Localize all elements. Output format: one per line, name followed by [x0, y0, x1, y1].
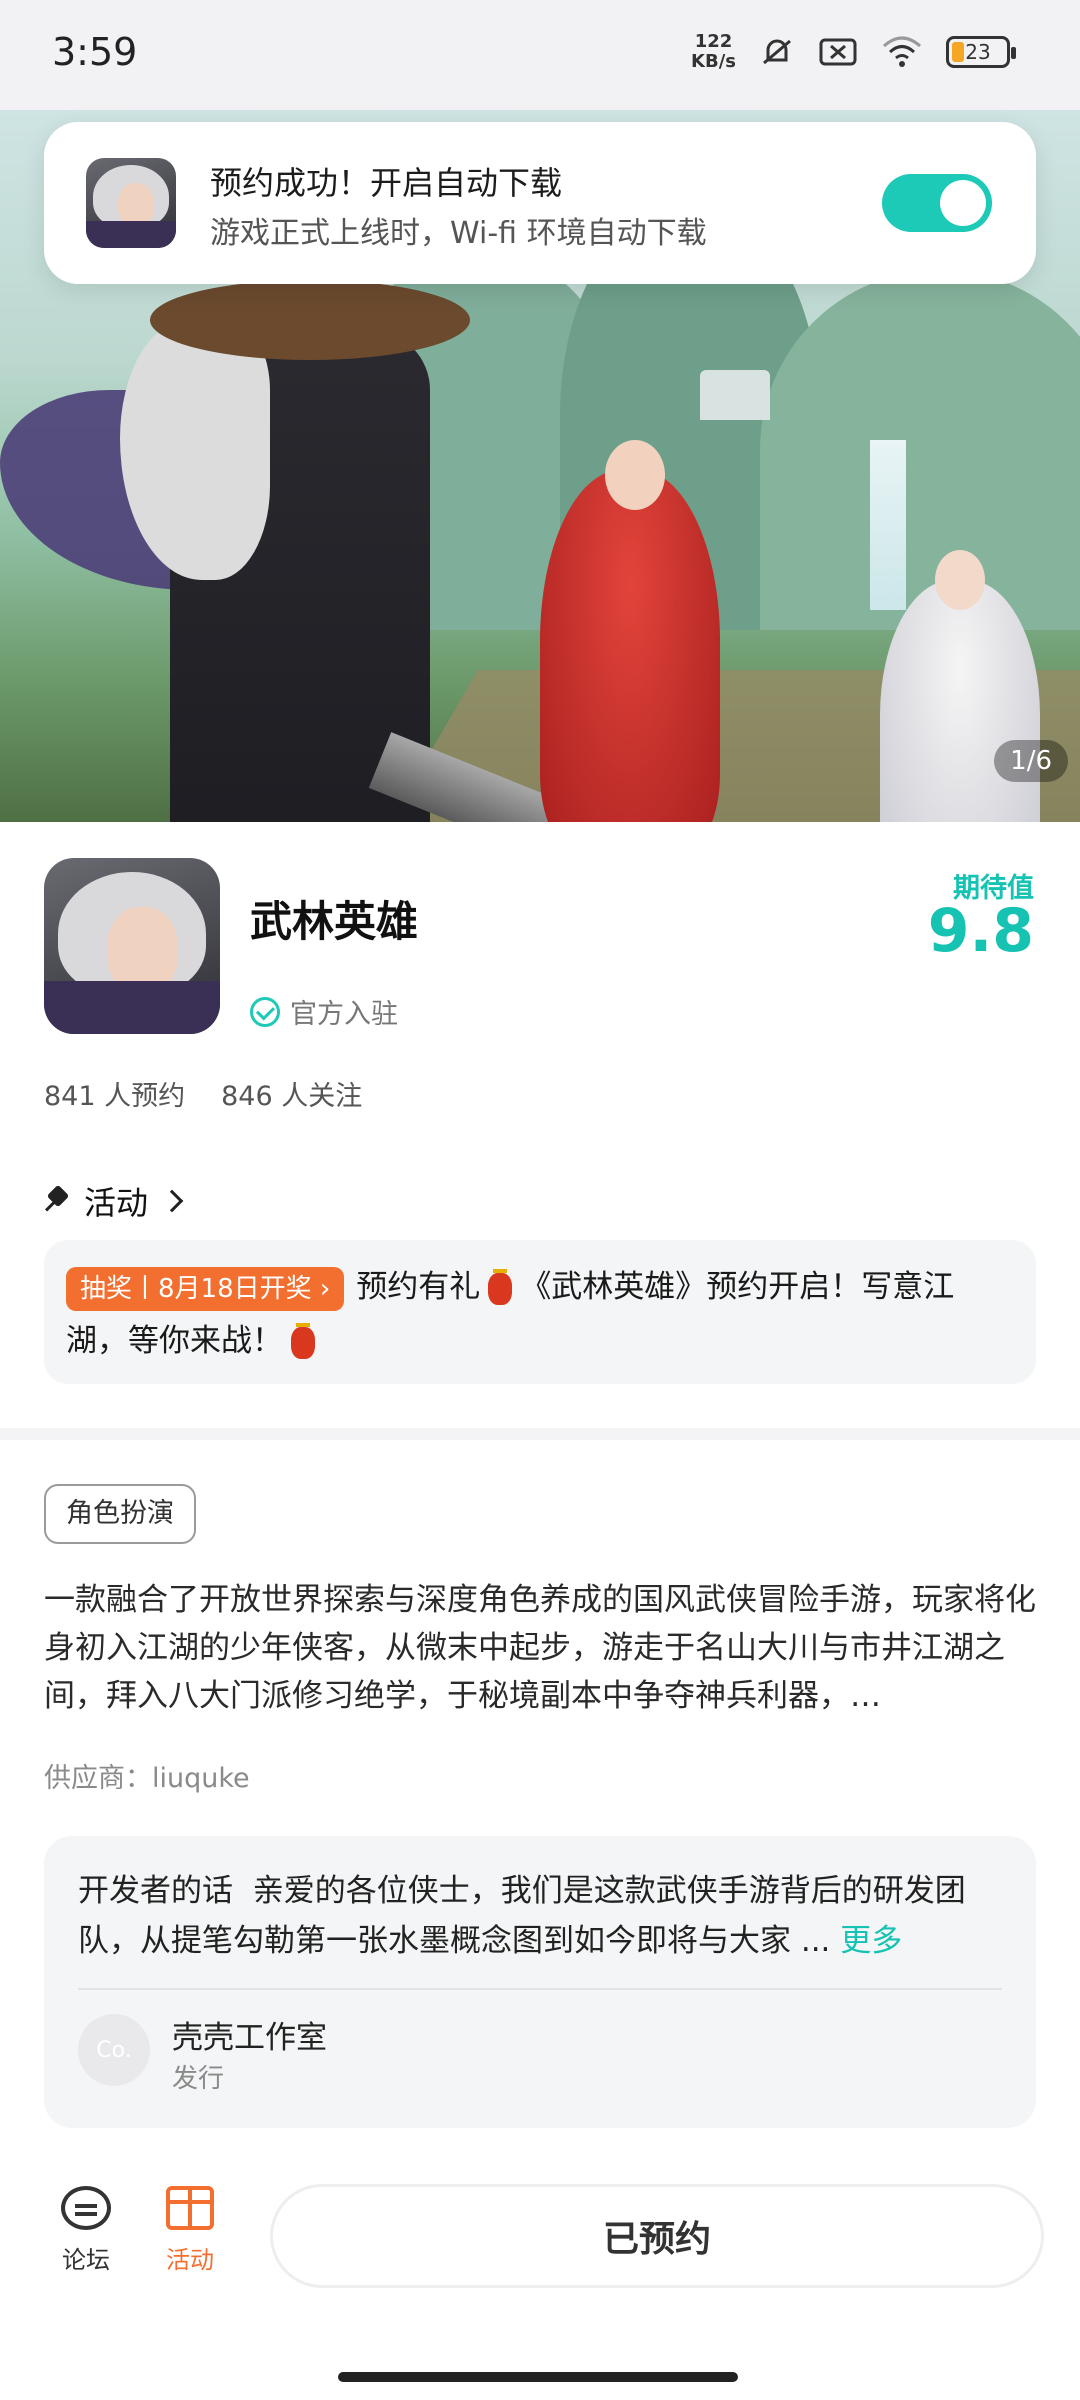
- chevron-right-icon: [160, 1189, 184, 1213]
- expect-score: 9.8: [927, 896, 1034, 966]
- developer-role: 发行: [172, 2064, 225, 2094]
- game-stats: 841 人预约 846 人关注: [44, 1074, 362, 1113]
- status-time: 3:59: [52, 30, 138, 74]
- supplier-label: 供应商：liuquke: [44, 1763, 250, 1794]
- toast-app-icon: [86, 158, 176, 248]
- status-bar: 3:59 122 KB/s 23: [0, 0, 1080, 110]
- activity-label: 活动: [166, 2246, 214, 2274]
- official-badge: 官方入驻: [250, 992, 398, 1031]
- pin-icon: [44, 1188, 70, 1214]
- activity-button[interactable]: 活动: [150, 2186, 230, 2275]
- follower-count: 846 人关注: [221, 1081, 363, 1112]
- game-app-icon: [44, 858, 220, 1034]
- bell-off-icon: [763, 39, 791, 65]
- reservation-success-toast: 预约成功！开启自动下载 游戏正式上线时，Wi-fi 环境自动下载: [44, 122, 1036, 284]
- lottery-badge-label: 抽奖丨8月18日开奖: [80, 1273, 312, 1304]
- activity-header[interactable]: 活动: [44, 1178, 184, 1224]
- battery-level: 23: [965, 40, 991, 64]
- reservation-count: 841 人预约: [44, 1081, 186, 1112]
- developer-divider: [78, 1988, 1002, 1990]
- activity-text-1: 预约有礼: [356, 1269, 481, 1305]
- auto-download-toggle[interactable]: [882, 174, 992, 232]
- reserved-button[interactable]: 已预约: [270, 2184, 1044, 2288]
- forum-label: 论坛: [62, 2246, 110, 2274]
- chat-bubble-icon: [61, 2186, 111, 2230]
- wifi-icon: [883, 36, 921, 67]
- toast-subtitle: 游戏正式上线时，Wi-fi 环境自动下载: [210, 216, 707, 251]
- game-title: 武林英雄: [250, 897, 419, 946]
- gift-icon: [166, 2186, 214, 2230]
- status-icons: 122 KB/s 23: [691, 32, 1016, 72]
- activity-header-label: 活动: [84, 1184, 149, 1222]
- toast-title: 预约成功！开启自动下载: [210, 164, 563, 202]
- home-indicator[interactable]: [338, 2372, 738, 2382]
- check-circle-icon: [250, 996, 280, 1027]
- net-speed-unit: KB/s: [691, 51, 736, 72]
- developer-message-label: 开发者的话: [78, 1873, 233, 1909]
- developer-name[interactable]: 壳壳工作室: [172, 2012, 327, 2057]
- lantern-icon: [291, 1322, 315, 1359]
- section-divider: [0, 1428, 1080, 1440]
- net-speed-value: 122: [694, 31, 733, 52]
- developer-avatar[interactable]: Co.: [78, 2014, 150, 2086]
- official-label: 官方入驻: [290, 999, 398, 1030]
- lottery-badge: 抽奖丨8月18日开奖 ›: [66, 1266, 345, 1311]
- more-link[interactable]: 更多: [840, 1923, 902, 1959]
- genre-tag[interactable]: 角色扮演: [44, 1484, 196, 1544]
- net-speed: 122 KB/s: [691, 32, 736, 72]
- developer-card[interactable]: 开发者的话 亲爱的各位侠士，我们是这款武侠手游背后的研发团队，从提笔勾勒第一张水…: [44, 1836, 1036, 2128]
- sim-no-signal-icon: [819, 38, 857, 66]
- activity-card[interactable]: 抽奖丨8月18日开奖 › 预约有礼 《武林英雄》预约开启！写意江湖，等你来战！: [44, 1240, 1036, 1384]
- lantern-icon: [488, 1268, 513, 1305]
- game-description[interactable]: 一款融合了开放世界探索与深度角色养成的国风武侠冒险手游，玩家将化身初入江湖的少年…: [44, 1576, 1036, 1720]
- developer-message: 开发者的话 亲爱的各位侠士，我们是这款武侠手游背后的研发团队，从提笔勾勒第一张水…: [78, 1866, 998, 1966]
- battery-icon: 23: [946, 36, 1016, 68]
- banner-page-counter: 1/6: [994, 740, 1068, 782]
- forum-button[interactable]: 论坛: [46, 2186, 126, 2275]
